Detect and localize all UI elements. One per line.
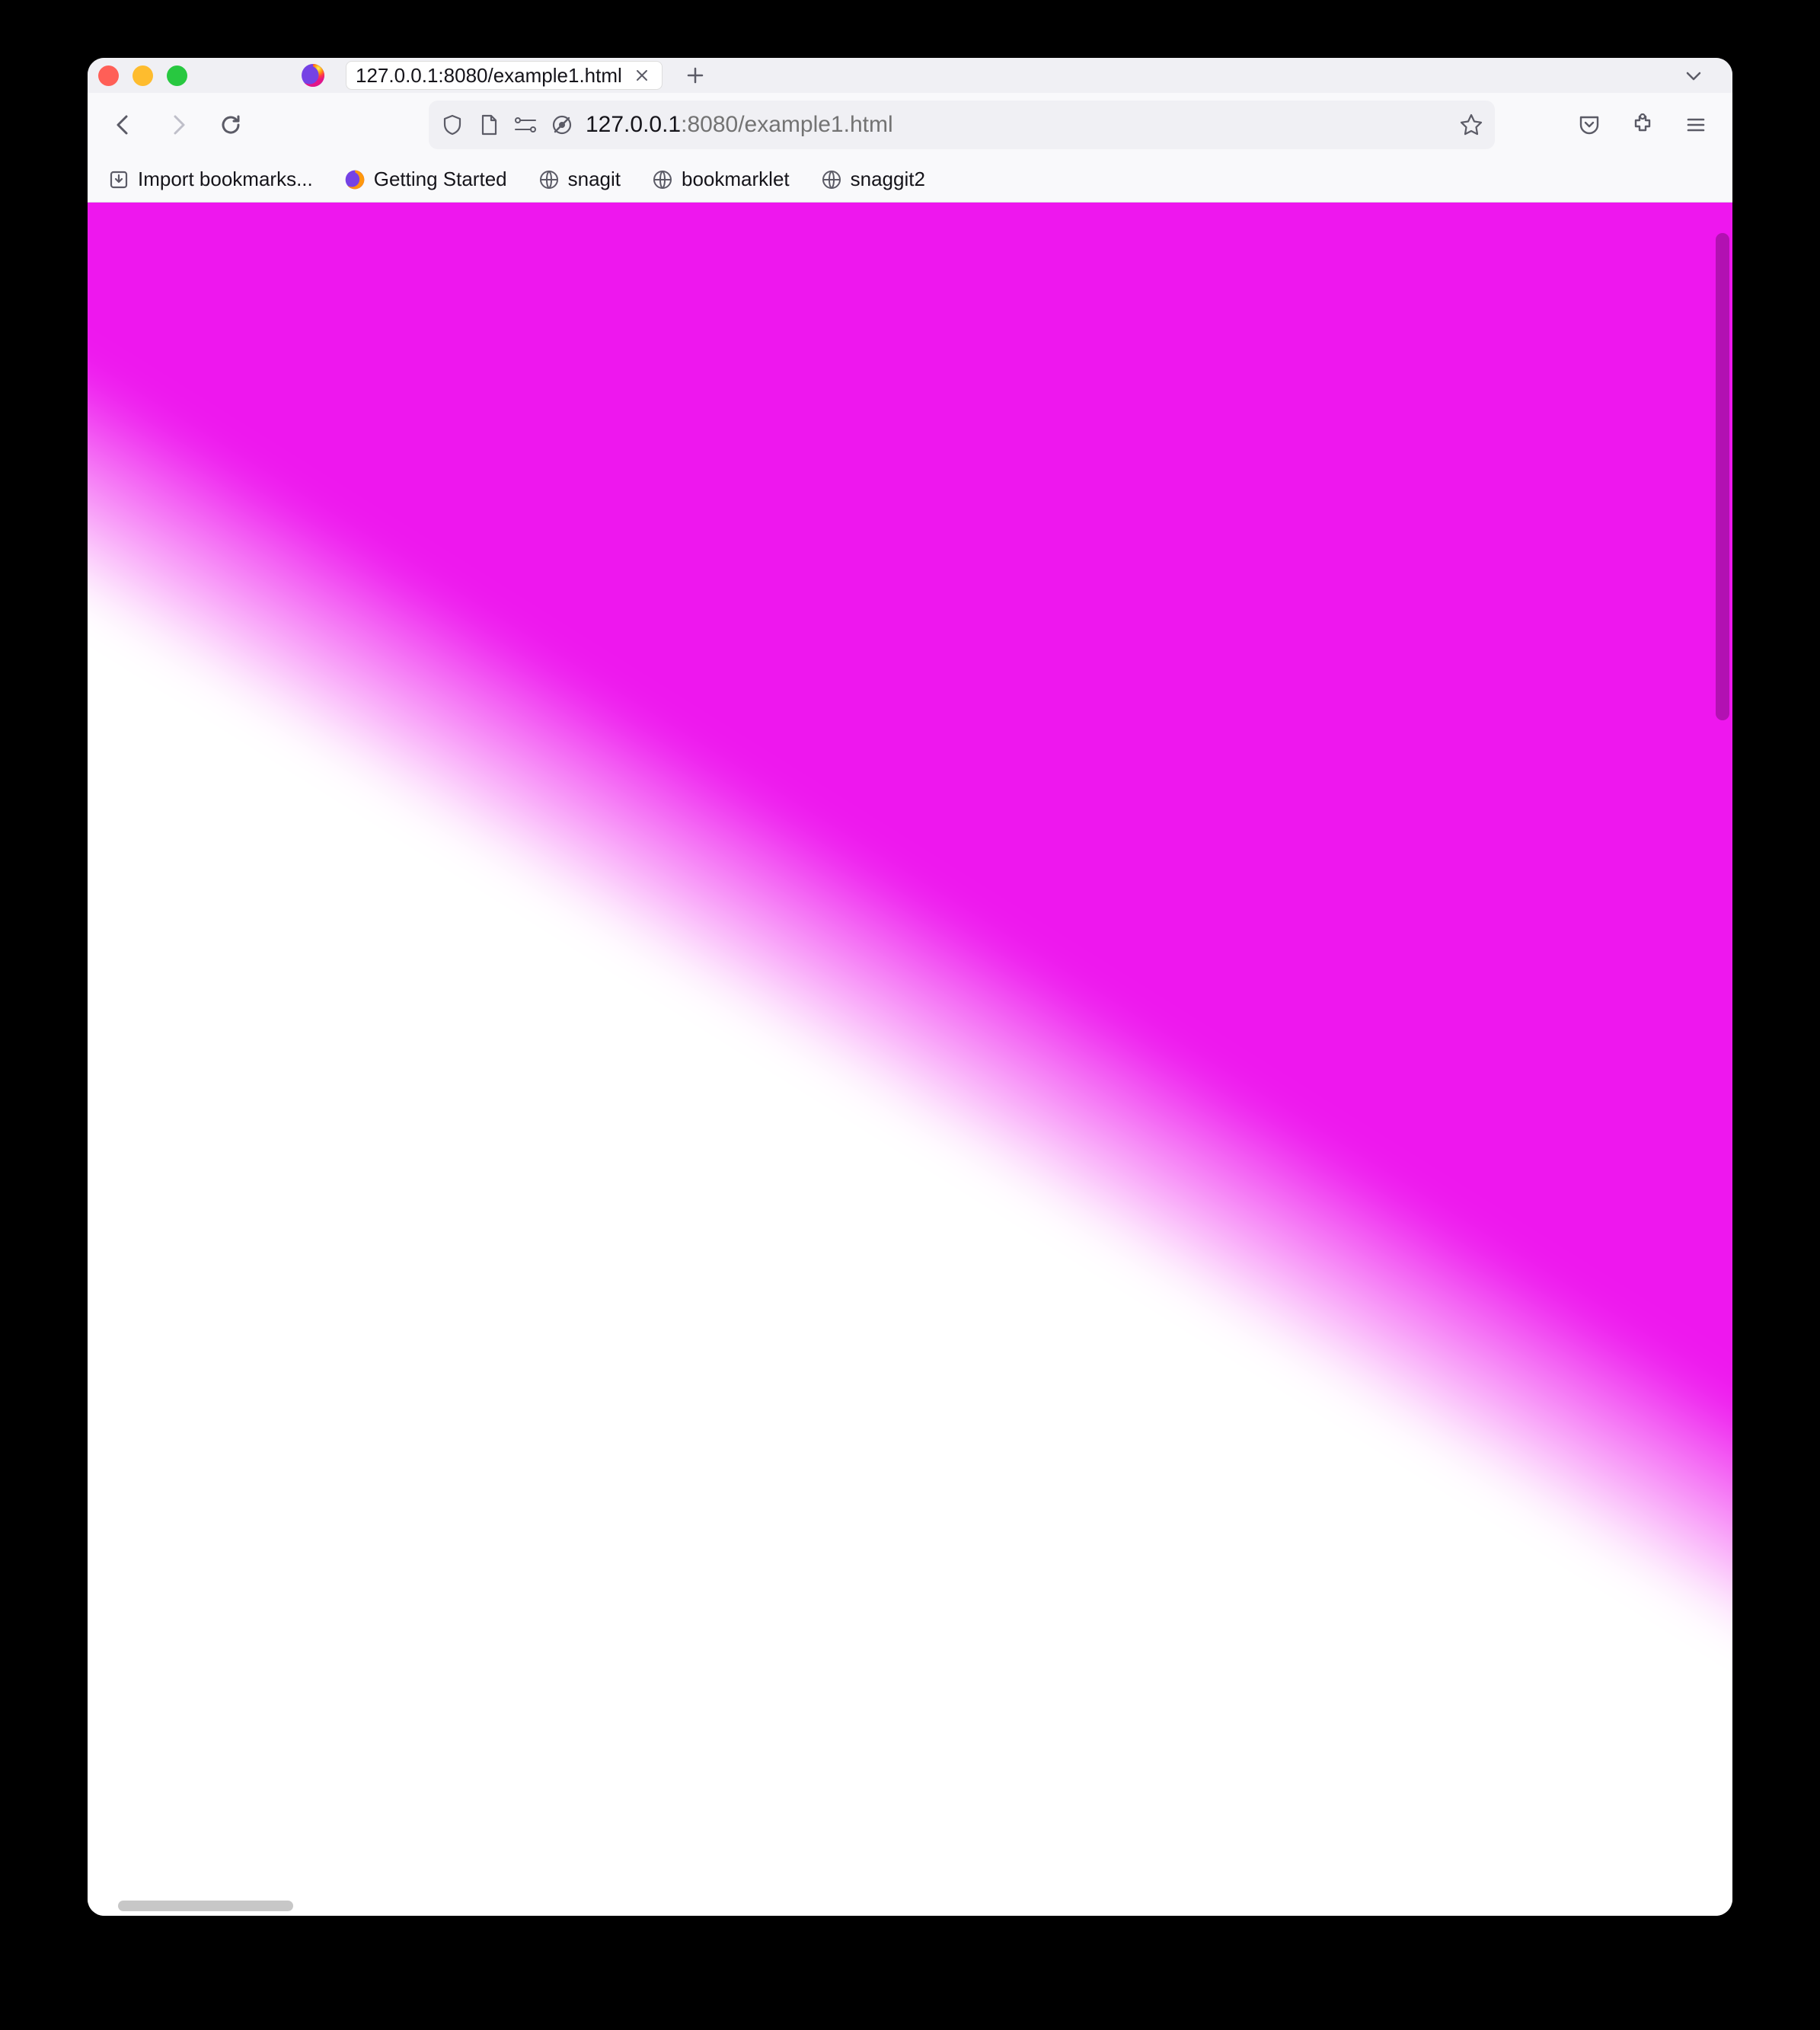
bookmark-star-icon[interactable] [1458,112,1484,138]
extensions-button[interactable] [1620,102,1665,148]
browser-window: 127.0.0.1:8080/example1.html [88,58,1732,1916]
bookmark-snagit[interactable]: snagit [532,163,627,196]
shield-icon[interactable] [439,112,465,138]
import-icon [107,168,130,191]
globe-icon [820,168,843,191]
tracking-protection-icon[interactable] [549,112,575,138]
reload-button[interactable] [208,102,254,148]
page-viewport [88,203,1732,1916]
bookmark-import[interactable]: Import bookmarks... [101,163,319,196]
window-zoom-button[interactable] [167,65,187,86]
app-menu-button[interactable] [1673,102,1719,148]
vertical-scrollbar[interactable] [1716,233,1729,720]
tab-active[interactable]: 127.0.0.1:8080/example1.html [346,61,663,90]
window-controls [98,65,187,86]
bookmark-bookmarklet[interactable]: bookmarklet [645,163,796,196]
tab-strip: 127.0.0.1:8080/example1.html [88,58,1732,93]
bookmark-label: Import bookmarks... [138,168,313,191]
bookmark-getting-started[interactable]: Getting Started [337,163,513,196]
new-tab-button[interactable] [682,62,708,88]
save-to-pocket-button[interactable] [1566,102,1612,148]
tab-close-button[interactable] [631,65,653,86]
bookmark-snaggit2[interactable]: snaggit2 [814,163,931,196]
permissions-icon[interactable] [512,112,538,138]
page-gradient [88,203,1732,1916]
page-info-icon[interactable] [476,112,502,138]
horizontal-scrollbar[interactable] [118,1901,293,1911]
list-all-tabs-button[interactable] [1681,62,1707,88]
back-button[interactable] [101,102,147,148]
window-close-button[interactable] [98,65,119,86]
firefox-icon [300,62,326,88]
url-host: 127.0.0.1 [586,112,681,137]
url-bar[interactable]: 127.0.0.1:8080/example1.html [429,101,1495,149]
url-path: :8080/example1.html [681,112,893,137]
url-text: 127.0.0.1:8080/example1.html [586,112,1448,138]
nav-toolbar: 127.0.0.1:8080/example1.html [88,93,1732,157]
bookmark-label: snagit [568,168,621,191]
forward-button[interactable] [155,102,200,148]
bookmark-label: snaggit2 [851,168,925,191]
bookmark-label: bookmarklet [682,168,790,191]
globe-icon [538,168,560,191]
bookmark-label: Getting Started [374,168,507,191]
tab-title: 127.0.0.1:8080/example1.html [356,64,622,88]
window-minimize-button[interactable] [133,65,153,86]
bookmarks-toolbar: Import bookmarks... Getting Started snag… [88,157,1732,203]
globe-icon [651,168,674,191]
firefox-icon [343,168,366,191]
